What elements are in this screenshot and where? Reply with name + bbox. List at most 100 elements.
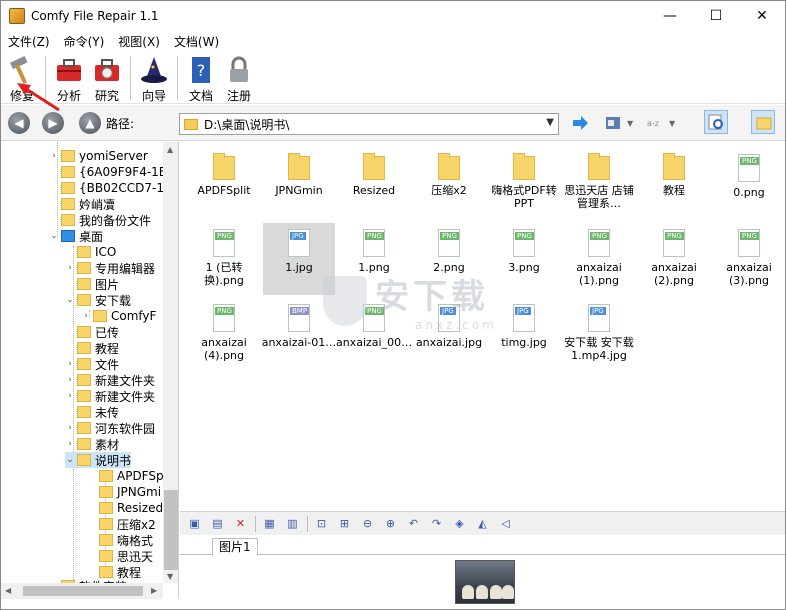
collapse-icon[interactable]: ⌄ bbox=[49, 231, 59, 241]
tree-node[interactable]: 妗峭凟 bbox=[49, 196, 115, 212]
file-item[interactable]: PNG 3.png bbox=[488, 223, 560, 295]
file-item[interactable]: Resized bbox=[338, 148, 410, 220]
preview-toggle-button[interactable] bbox=[704, 110, 728, 134]
view-mode-dropdown-icon[interactable]: ▼ bbox=[627, 119, 633, 128]
scroll-up-icon[interactable]: ▲ bbox=[167, 145, 173, 154]
back-button[interactable]: ◀ bbox=[8, 112, 30, 134]
tree-node[interactable]: 已传 bbox=[65, 324, 119, 340]
menu-view[interactable]: 视图(X) bbox=[111, 33, 167, 50]
delete-icon[interactable]: ✕ bbox=[232, 516, 249, 531]
folder-pane-button[interactable] bbox=[751, 110, 775, 134]
save-icon[interactable]: ▣ bbox=[186, 516, 203, 531]
expand-icon[interactable]: › bbox=[49, 151, 59, 161]
scroll-left-icon[interactable]: ◀ bbox=[5, 586, 11, 595]
tree-node[interactable]: › 新建文件夹 bbox=[65, 372, 155, 388]
analyze-button[interactable]: 分析 bbox=[50, 52, 88, 104]
tree-node-selected[interactable]: ⌄ 说明书 bbox=[65, 452, 132, 468]
collapse-icon[interactable]: ⌄ bbox=[65, 455, 75, 465]
tree-node[interactable]: › 文件 bbox=[65, 356, 119, 372]
tree-node[interactable]: › 专用编辑器 bbox=[65, 260, 155, 276]
actual-size-icon[interactable]: ⊞ bbox=[336, 516, 353, 531]
tree-node[interactable]: {6A09F9F4-1E8 bbox=[49, 164, 174, 180]
view-mode-icon[interactable] bbox=[605, 115, 623, 131]
expand-icon[interactable]: › bbox=[65, 391, 75, 401]
sort-dropdown-icon[interactable]: ▼ bbox=[669, 119, 675, 128]
up-button[interactable]: ▲ bbox=[79, 112, 101, 134]
expand-icon[interactable]: › bbox=[81, 311, 91, 321]
tree-node[interactable]: 教程 bbox=[65, 340, 119, 356]
tree-node[interactable]: ⌄ 安下载 bbox=[65, 292, 131, 308]
expand-icon[interactable]: › bbox=[65, 423, 75, 433]
file-item[interactable]: PNG anxaizai (1).png bbox=[563, 223, 635, 295]
register-button[interactable]: 注册 bbox=[220, 52, 258, 104]
path-input[interactable]: D:\桌面\说明书\ ▼ bbox=[179, 113, 559, 135]
tree-node[interactable]: 嗨格式 bbox=[97, 532, 153, 548]
tree-node[interactable]: ICO bbox=[65, 244, 116, 260]
file-item[interactable]: PNG anxaizai (3).png bbox=[713, 223, 785, 295]
rotate-left-icon[interactable]: ↶ bbox=[405, 516, 422, 531]
tree-node[interactable]: 图片 bbox=[65, 276, 119, 292]
tree-node[interactable]: 未传 bbox=[65, 404, 119, 420]
close-button[interactable]: ✕ bbox=[739, 1, 785, 31]
flip-icon[interactable]: ◈ bbox=[451, 516, 468, 531]
fit-window-icon[interactable]: ⊡ bbox=[313, 516, 330, 531]
repair-button[interactable]: 修复 bbox=[3, 52, 41, 104]
tree-node[interactable]: Resized bbox=[97, 500, 163, 516]
docs-button[interactable]: ? 文档 bbox=[182, 52, 220, 104]
tree-node[interactable]: 我的备份文件 bbox=[49, 212, 151, 228]
menu-command[interactable]: 命令(Y) bbox=[57, 33, 112, 50]
tree-node[interactable]: › 素材 bbox=[65, 436, 119, 452]
tree-node[interactable]: 压缩x2 bbox=[97, 516, 156, 532]
research-button[interactable]: 研究 bbox=[88, 52, 126, 104]
file-item[interactable]: PNG anxaizai (4).png bbox=[188, 298, 260, 370]
chevron-down-icon[interactable]: ▼ bbox=[546, 117, 554, 128]
collapse-icon[interactable]: ⌄ bbox=[65, 295, 75, 305]
rotate-right-icon[interactable]: ↷ bbox=[428, 516, 445, 531]
tree-node[interactable]: {BB02CCD7-150 bbox=[49, 180, 178, 196]
png-file-icon: PNG bbox=[363, 229, 385, 257]
file-item[interactable]: PNG 0.png bbox=[713, 148, 785, 220]
tree-node[interactable]: JPNGmi bbox=[97, 484, 161, 500]
file-item[interactable]: 教程 bbox=[638, 148, 710, 220]
forward-button[interactable]: ▶ bbox=[42, 112, 64, 134]
image-icon[interactable]: ▦ bbox=[261, 516, 278, 531]
tree-vertical-scroll-thumb[interactable] bbox=[164, 490, 178, 570]
file-item[interactable]: JPNGmin bbox=[263, 148, 335, 220]
save-all-icon[interactable]: ▤ bbox=[209, 516, 226, 531]
tree-node-desktop[interactable]: ⌄ 桌面 bbox=[49, 228, 103, 244]
go-arrow-icon[interactable] bbox=[571, 115, 589, 131]
arrow-left-icon[interactable]: ◁ bbox=[497, 516, 514, 531]
zoom-in-icon[interactable]: ⊕ bbox=[382, 516, 399, 531]
file-item[interactable]: 思迅天店 店铺管理系… bbox=[563, 148, 635, 220]
menu-document[interactable]: 文档(W) bbox=[167, 33, 226, 50]
expand-icon[interactable]: › bbox=[65, 375, 75, 385]
file-item[interactable]: APDFSplit bbox=[188, 148, 260, 220]
maximize-button[interactable]: ☐ bbox=[693, 1, 739, 31]
tab-image1[interactable]: 图片1 bbox=[212, 538, 258, 556]
minimize-button[interactable]: — bbox=[647, 1, 693, 31]
file-item[interactable]: 压缩x2 bbox=[413, 148, 485, 220]
file-item[interactable]: PNG 1 (已转换).png bbox=[188, 223, 260, 295]
expand-icon[interactable]: › bbox=[65, 439, 75, 449]
file-item[interactable]: JPG 安下载 安下载1.mp4.jpg bbox=[563, 298, 635, 370]
expand-icon[interactable]: › bbox=[65, 263, 75, 273]
menu-file[interactable]: 文件(Z) bbox=[1, 33, 57, 50]
properties-icon[interactable]: ▥ bbox=[284, 516, 301, 531]
tree-node[interactable]: › ComfyF bbox=[81, 308, 156, 324]
mirror-icon[interactable]: ◭ bbox=[474, 516, 491, 531]
tree-node[interactable]: 思迅天 bbox=[97, 548, 153, 564]
tree-horizontal-scroll-thumb[interactable] bbox=[23, 586, 143, 596]
expand-icon[interactable]: › bbox=[65, 359, 75, 369]
tree-node[interactable]: › 新建文件夹 bbox=[65, 388, 155, 404]
scroll-down-icon[interactable]: ▼ bbox=[167, 572, 173, 581]
tree-node[interactable]: APDFSp bbox=[97, 468, 164, 484]
tree-node[interactable]: › 河东软件园 bbox=[65, 420, 155, 436]
file-item[interactable]: JPG timg.jpg bbox=[488, 298, 560, 370]
zoom-out-icon[interactable]: ⊖ bbox=[359, 516, 376, 531]
file-item[interactable]: 嗨格式PDF转PPT bbox=[488, 148, 560, 220]
wizard-button[interactable]: 向导 bbox=[135, 52, 173, 104]
scroll-right-icon[interactable]: ▶ bbox=[151, 586, 157, 595]
file-item[interactable]: PNG anxaizai (2).png bbox=[638, 223, 710, 295]
tree-node[interactable]: › yomiServer bbox=[49, 148, 148, 164]
sort-icon[interactable]: a-z bbox=[646, 115, 664, 131]
